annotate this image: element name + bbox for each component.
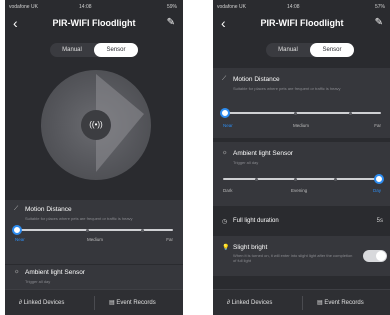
ambient-light-desc: Trigger all day xyxy=(233,160,259,165)
event-records-button[interactable]: ▤ Event Records xyxy=(317,290,364,315)
tick-medium: Medium xyxy=(293,123,310,128)
full-light-label: Full light duration xyxy=(233,218,279,224)
motion-distance-desc: Suitable for places where pets are frequ… xyxy=(233,86,341,91)
header: ‹ PIR-WIFI Floodlight ✎ xyxy=(5,15,183,33)
ambient-light-card: ☼ Ambient light Sensor Trigger all day xyxy=(5,265,183,289)
motion-distance-slider[interactable] xyxy=(12,225,173,235)
status-bar: vodafone UK 14:08 59% xyxy=(5,2,183,12)
slight-bright-title: Slight bright xyxy=(233,244,268,251)
page-title: PIR-WIFI Floodlight xyxy=(52,18,136,28)
slider-dot xyxy=(349,111,353,115)
motion-distance-card: ⟋ Motion Distance Suitable for places wh… xyxy=(213,68,390,138)
bulb-icon: 💡 xyxy=(222,245,230,251)
slider-dot xyxy=(294,177,298,181)
motion-distance-title: Motion Distance xyxy=(233,76,280,83)
divider xyxy=(302,296,303,310)
tick-evening: Evening xyxy=(291,188,308,193)
motion-distance-slider[interactable] xyxy=(220,108,381,118)
battery-label: 57% xyxy=(374,4,385,10)
wireless-signal-icon: ((•)) xyxy=(81,110,111,140)
slight-bright-toggle[interactable] xyxy=(363,250,387,262)
slight-bright-desc: When it is turned on, it will enter into… xyxy=(233,253,353,263)
clock-icon: ◷ xyxy=(222,219,228,225)
linked-devices-label: Linked Devices xyxy=(231,300,273,306)
slider-knob[interactable] xyxy=(220,108,230,118)
sun-icon: ☼ xyxy=(14,269,20,275)
divider xyxy=(94,296,95,310)
tick-medium: Medium xyxy=(87,237,104,242)
phone-screen-left: vodafone UK 14:08 59% ‹ PIR-WIFI Floodli… xyxy=(5,0,183,315)
motion-icon: ⟋ xyxy=(222,76,227,82)
sun-icon: ☼ xyxy=(222,150,228,156)
slider-dot xyxy=(294,111,298,115)
tick-far: Far xyxy=(166,237,173,242)
header: ‹ PIR-WIFI Floodlight ✎ xyxy=(213,15,390,33)
status-bar: vodafone UK 14:08 57% xyxy=(213,2,390,12)
motion-icon: ⟋ xyxy=(14,206,19,212)
edit-icon[interactable]: ✎ xyxy=(167,17,175,28)
slider-knob[interactable] xyxy=(374,174,384,184)
page-title: PIR-WIFI Floodlight xyxy=(260,18,344,28)
slight-bright-card: 💡 Slight bright When it is turned on, it… xyxy=(213,236,390,276)
ambient-light-card: ☼ Ambient light Sensor Trigger all day D… xyxy=(213,142,390,206)
ambient-light-title: Ambient light Sensor xyxy=(25,269,85,276)
phone-screen-right: vodafone UK 14:08 57% ‹ PIR-WIFI Floodli… xyxy=(213,0,390,315)
time-label: 14:08 xyxy=(287,4,300,10)
bottom-bar: ∂ Linked Devices ▤ Event Records xyxy=(213,289,390,315)
motion-distance-title: Motion Distance xyxy=(25,206,72,213)
tick-near: Near xyxy=(223,123,233,128)
carrier-label: vodafone UK xyxy=(217,4,246,10)
slider-knob[interactable] xyxy=(12,225,22,235)
slider-dot xyxy=(333,177,337,181)
ambient-light-desc: Trigger all day xyxy=(25,279,51,284)
event-records-label: Event Records xyxy=(324,300,364,306)
mode-option-sensor[interactable]: Sensor xyxy=(94,43,138,57)
battery-label: 59% xyxy=(166,4,177,10)
mode-segmented-control: Manual Sensor xyxy=(266,43,354,57)
tick-day: Day xyxy=(372,188,381,193)
event-records-label: Event Records xyxy=(116,300,156,306)
motion-distance-desc: Suitable for places where pets are frequ… xyxy=(25,216,133,221)
slider-dot xyxy=(86,228,90,232)
ambient-light-slider[interactable] xyxy=(223,174,384,184)
carrier-label: vodafone UK xyxy=(9,4,38,10)
ambient-light-title: Ambient light Sensor xyxy=(233,150,293,157)
mode-option-sensor[interactable]: Sensor xyxy=(310,43,354,57)
mode-option-manual[interactable]: Manual xyxy=(50,43,94,57)
tick-dark: Dark xyxy=(223,188,233,193)
mode-option-manual[interactable]: Manual xyxy=(266,43,310,57)
edit-icon[interactable]: ✎ xyxy=(375,17,383,28)
time-label: 14:08 xyxy=(79,4,92,10)
toggle-knob xyxy=(376,251,386,261)
linked-devices-button[interactable]: ∂ Linked Devices xyxy=(19,290,64,315)
tick-near: Near xyxy=(15,237,25,242)
linked-devices-label: Linked Devices xyxy=(23,300,65,306)
bottom-bar: ∂ Linked Devices ▤ Event Records xyxy=(5,289,183,315)
mode-segmented-control: Manual Sensor xyxy=(50,43,138,57)
motion-distance-card: ⟋ Motion Distance Suitable for places wh… xyxy=(5,200,183,264)
full-light-row[interactable]: ◷ Full light duration 5s xyxy=(213,210,390,232)
slider-dot xyxy=(141,228,145,232)
event-records-button[interactable]: ▤ Event Records xyxy=(109,290,156,315)
tick-far: Far xyxy=(374,123,381,128)
full-light-value: 5s xyxy=(376,218,383,224)
slider-dot xyxy=(254,177,258,181)
linked-devices-button[interactable]: ∂ Linked Devices xyxy=(227,290,272,315)
